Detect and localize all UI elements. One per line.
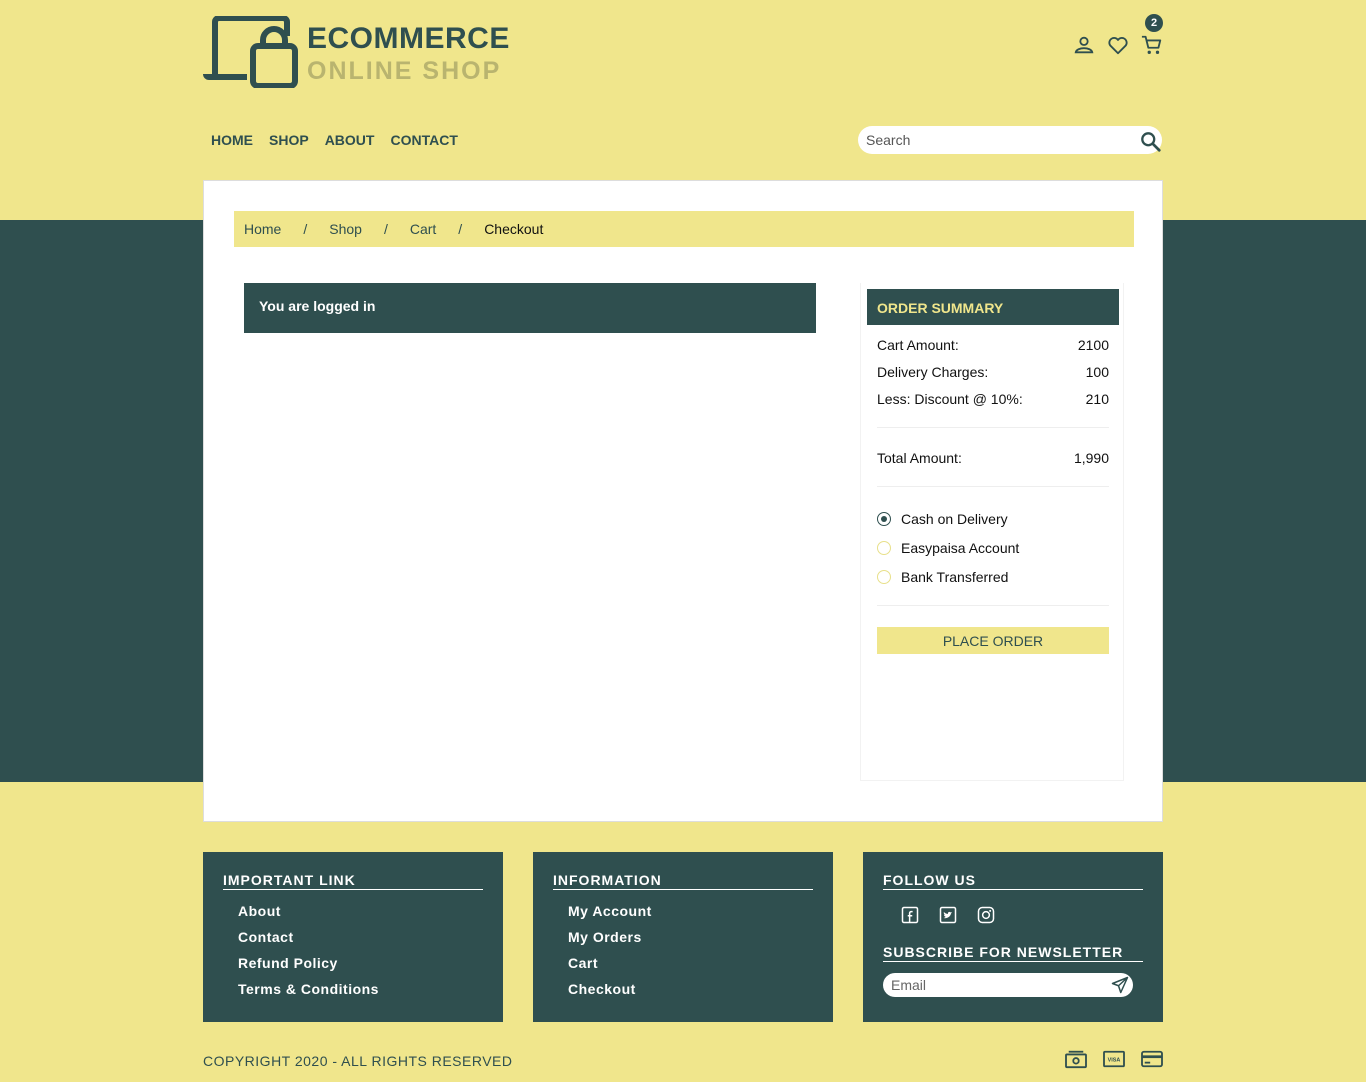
nav-shop[interactable]: SHOP [269,132,309,148]
payment-option-cod[interactable]: Cash on Delivery [877,511,1008,527]
send-icon[interactable] [1111,976,1129,994]
order-summary: ORDER SUMMARY Cart Amount: 2100 Delivery… [860,283,1124,781]
visa-icon: VISA [1103,1050,1125,1068]
divider [877,605,1109,606]
footer-link-checkout[interactable]: Checkout [568,981,813,997]
summary-label: Delivery Charges: [877,364,989,380]
instagram-icon[interactable] [977,906,995,924]
newsletter-form [883,973,1133,997]
total-value: 1,990 [1073,450,1109,466]
footer-link-cart[interactable]: Cart [568,955,813,971]
payment-option-bank[interactable]: Bank Transferred [877,569,1008,585]
summary-value: 100 [1085,364,1109,380]
footer-important-links: IMPORTANT LINK About Contact Refund Poli… [203,852,503,1022]
footer-information: INFORMATION My Account My Orders Cart Ch… [533,852,833,1022]
breadcrumb-current: Checkout [484,221,544,237]
breadcrumb-home[interactable]: Home [244,221,281,237]
payment-option-label: Easypaisa Account [901,540,1020,556]
radio-unselected[interactable] [877,570,891,584]
credit-card-icon [1141,1050,1163,1068]
breadcrumb: Home / Shop / Cart / Checkout [234,211,1134,247]
facebook-icon[interactable] [901,906,919,924]
payment-option-label: Bank Transferred [901,569,1009,585]
cash-icon [1065,1050,1087,1069]
search-icon[interactable] [1140,131,1162,153]
brand-tagline: ONLINE SHOP [307,57,502,85]
summary-row-delivery: Delivery Charges: 100 [877,364,1109,380]
summary-row-discount: Less: Discount @ 10%: 210 [877,391,1109,407]
nav-about[interactable]: ABOUT [325,132,375,148]
divider [877,486,1109,487]
social-links [901,906,1143,924]
nav-home[interactable]: HOME [211,132,253,148]
summary-row-total: Total Amount: 1,990 [877,450,1109,466]
summary-label: Less: Discount @ 10%: [877,391,1023,407]
summary-row-cart: Cart Amount: 2100 [877,337,1109,353]
order-summary-title: ORDER SUMMARY [867,289,1119,325]
main-nav: HOME SHOP ABOUT CONTACT [211,132,458,148]
breadcrumb-separator: / [383,221,388,237]
footer-link-contact[interactable]: Contact [238,929,483,945]
footer-link-my-orders[interactable]: My Orders [568,929,813,945]
payment-option-label: Cash on Delivery [901,511,1008,527]
svg-text:VISA: VISA [1108,1058,1121,1064]
header-actions: 2 [1073,14,1163,56]
checkout-card: Home / Shop / Cart / Checkout You are lo… [203,180,1163,822]
breadcrumb-cart[interactable]: Cart [410,221,436,237]
brand-logo[interactable]: ECOMMERCE ONLINE SHOP [203,16,510,88]
cart-icon [1141,35,1162,54]
place-order-button[interactable]: PLACE ORDER [877,627,1109,654]
payment-icons: VISA [1065,1049,1163,1069]
footer-follow-us: FOLLOW US SUBSCRIBE FOR NEWSLETTER [863,852,1163,1022]
radio-selected[interactable] [877,512,891,526]
radio-unselected[interactable] [877,541,891,555]
copyright-text: COPYRIGHT 2020 - ALL RIGHTS RESERVED [203,1053,513,1069]
email-input[interactable] [891,976,1101,994]
footer-link-refund[interactable]: Refund Policy [238,955,483,971]
brand-name: ECOMMERCE [307,22,510,55]
laptop-lock-icon [203,16,298,88]
footer-link-terms[interactable]: Terms & Conditions [238,981,483,997]
footer-section-title: FOLLOW US [883,872,1143,890]
breadcrumb-shop[interactable]: Shop [329,221,362,237]
twitter-icon[interactable] [939,906,957,924]
divider [877,427,1109,428]
footer-link-my-account[interactable]: My Account [568,903,813,919]
search-bar [858,126,1162,154]
footer-section-title: INFORMATION [553,872,813,890]
cart-count-badge: 2 [1145,14,1163,32]
user-icon[interactable] [1073,34,1095,56]
newsletter-title: SUBSCRIBE FOR NEWSLETTER [883,944,1143,962]
footer-link-about[interactable]: About [238,903,483,919]
payment-option-easypaisa[interactable]: Easypaisa Account [877,540,1019,556]
heart-icon[interactable] [1107,34,1129,56]
nav-contact[interactable]: CONTACT [390,132,457,148]
summary-value: 2100 [1077,337,1109,353]
summary-label: Cart Amount: [877,337,959,353]
breadcrumb-separator: / [458,221,463,237]
cart-button[interactable]: 2 [1141,14,1163,56]
total-label: Total Amount: [877,450,962,466]
summary-value: 210 [1085,391,1109,407]
breadcrumb-separator: / [303,221,308,237]
search-input[interactable] [866,130,1126,150]
footer-section-title: IMPORTANT LINK [223,872,483,890]
login-status: You are logged in [244,283,816,333]
